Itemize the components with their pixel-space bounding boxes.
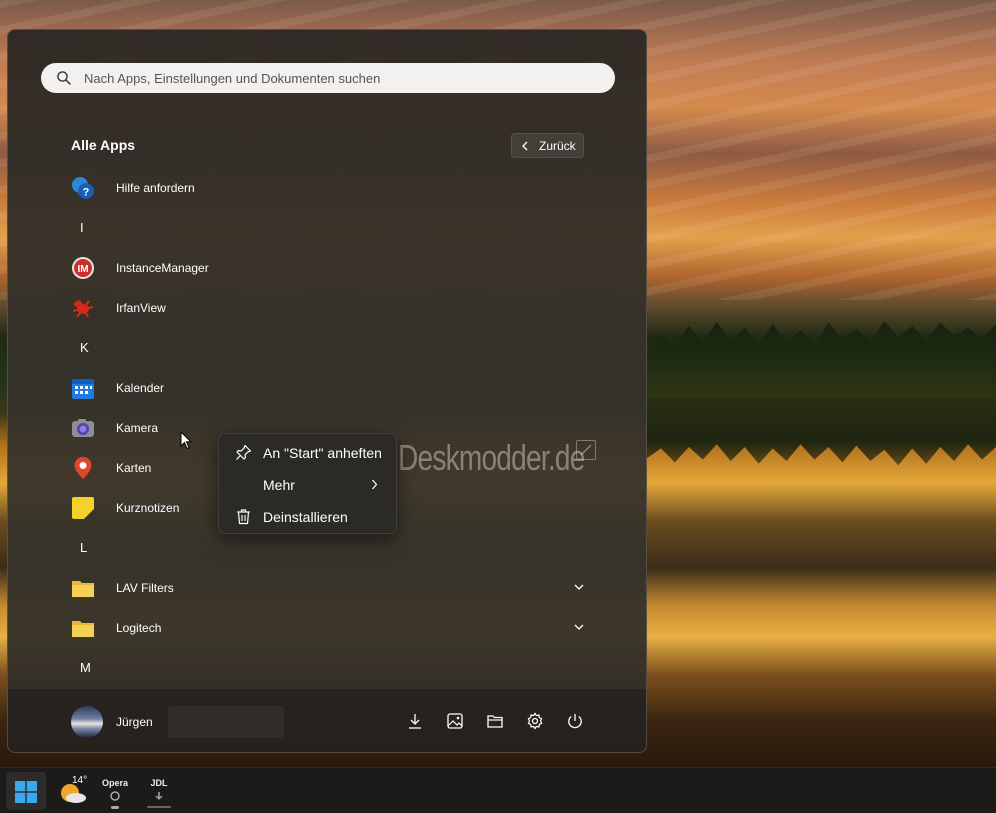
letter-label: K [80, 340, 89, 355]
app-label: Kurznotizen [116, 501, 180, 515]
start-menu: Nach Apps, Einstellungen und Dokumenten … [7, 29, 647, 753]
taskbar-app-opera[interactable]: Opera [98, 774, 132, 809]
context-uninstall[interactable]: Deinstallieren [223, 501, 394, 531]
letter-label: I [80, 220, 84, 235]
letter-label: L [80, 540, 88, 555]
pin-icon [236, 444, 252, 460]
pencil-icon [580, 444, 592, 456]
avatar[interactable] [71, 706, 103, 738]
app-label: Karten [116, 461, 152, 475]
irfanview-icon [72, 299, 94, 318]
back-button[interactable]: Zurück [511, 133, 584, 158]
mouse-cursor-icon [180, 431, 192, 450]
app-label: Kamera [116, 421, 159, 435]
letter-header-i[interactable]: I [71, 213, 101, 243]
svg-text:?: ? [83, 187, 90, 199]
jdownloader-icon [155, 792, 163, 800]
chevron-down-icon[interactable] [574, 623, 584, 631]
running-indicator [111, 806, 119, 809]
search-icon [57, 71, 71, 85]
app-label: InstanceManager [116, 261, 209, 275]
app-label: Logitech [116, 621, 162, 635]
instancemanager-icon: IM [72, 257, 94, 279]
letter-header-k[interactable]: K [71, 333, 101, 363]
app-item-instancemanager[interactable]: IM InstanceManager [71, 253, 591, 283]
context-more[interactable]: Mehr [223, 469, 394, 499]
context-item-label: An "Start" anheften [263, 445, 382, 461]
maps-icon [74, 457, 92, 479]
folder-item-logitech[interactable]: Logitech [71, 613, 591, 643]
chevron-down-icon[interactable] [574, 583, 584, 591]
folder-icon [72, 581, 94, 597]
start-bottom-bar: Jürgen [8, 689, 646, 752]
running-indicator [147, 806, 171, 808]
sticky-notes-icon [72, 497, 94, 519]
letter-label: M [80, 660, 91, 675]
search-placeholder: Nach Apps, Einstellungen und Dokumenten … [84, 71, 381, 86]
taskbar-app-label: JDL [150, 778, 168, 788]
app-label: LAV Filters [116, 581, 174, 595]
trash-icon [237, 509, 250, 525]
app-item-hilfe-anfordern[interactable]: ? Hilfe anfordern [71, 173, 591, 203]
opera-icon [110, 791, 120, 801]
app-item-kalender[interactable]: Kalender [71, 373, 591, 403]
settings-icon[interactable] [526, 712, 544, 730]
svg-text:IM: IM [77, 264, 88, 275]
app-label: Kalender [116, 381, 165, 395]
back-button-label: Zurück [539, 139, 576, 153]
calendar-icon [72, 379, 94, 399]
windows-logo-icon [15, 781, 37, 803]
user-account-area [168, 706, 284, 738]
context-menu: An "Start" anheften Mehr Deinstallieren [218, 433, 397, 534]
file-explorer-icon[interactable] [486, 712, 504, 730]
context-pin-to-start[interactable]: An "Start" anheften [223, 437, 394, 467]
wallpaper-reflection [647, 398, 996, 466]
watermark-text: Deskmodder.de [398, 437, 585, 478]
weather-widget[interactable]: 14° [56, 774, 90, 808]
all-apps-title: Alle Apps [71, 137, 136, 153]
letter-header-m[interactable]: M [71, 653, 101, 683]
taskbar-app-label: Opera [101, 778, 128, 788]
chevron-left-icon [522, 141, 528, 151]
context-item-label: Deinstallieren [263, 509, 348, 525]
downloads-icon[interactable] [406, 712, 424, 730]
camera-icon [72, 419, 94, 437]
taskbar: 14° Opera JDL [0, 767, 996, 813]
help-icon: ? [72, 177, 94, 199]
taskbar-app-jdl[interactable]: JDL [142, 774, 176, 808]
chevron-right-icon [372, 479, 378, 490]
watermark-logo [576, 440, 596, 460]
weather-temperature: 14° [72, 775, 88, 786]
folder-item-lav-filters[interactable]: LAV Filters [71, 573, 591, 603]
wallpaper-forest [647, 321, 996, 398]
app-label: Hilfe anfordern [116, 181, 195, 195]
user-name[interactable]: Jürgen [116, 715, 153, 729]
search-input[interactable]: Nach Apps, Einstellungen und Dokumenten … [41, 63, 615, 93]
app-item-irfanview[interactable]: IrfanView [71, 293, 591, 323]
start-button[interactable] [6, 772, 46, 810]
pictures-icon[interactable] [446, 712, 464, 730]
power-icon[interactable] [566, 712, 584, 730]
folder-icon [72, 621, 94, 637]
context-item-label: Mehr [263, 477, 295, 493]
app-label: IrfanView [116, 301, 166, 315]
letter-header-l[interactable]: L [71, 533, 101, 563]
